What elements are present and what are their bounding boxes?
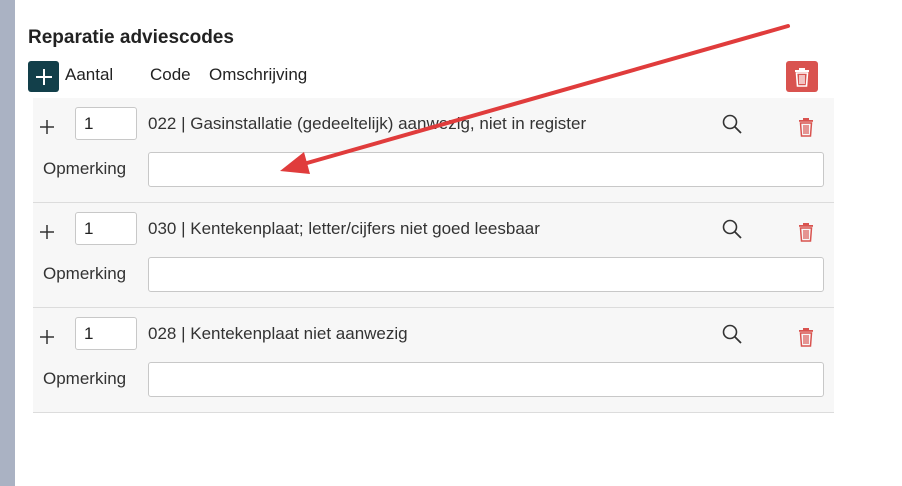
- remark-label: Opmerking: [43, 264, 127, 283]
- remark-label: Opmerking: [43, 159, 127, 178]
- column-header-omschrijving: Omschrijving: [209, 65, 308, 84]
- remark-label: Opmerking: [43, 369, 127, 388]
- left-sidebar-strip: [0, 0, 15, 486]
- remark-input[interactable]: [148, 362, 824, 397]
- add-code-button[interactable]: [28, 61, 59, 92]
- trash-icon[interactable]: [797, 327, 815, 347]
- quantity-input[interactable]: [75, 317, 137, 350]
- search-icon[interactable]: [721, 113, 743, 135]
- delete-all-button[interactable]: [786, 61, 818, 92]
- search-icon[interactable]: [721, 218, 743, 240]
- code-row: 022 | Gasinstallatie (gedeeltelijk) aanw…: [33, 98, 834, 203]
- quantity-input[interactable]: [75, 107, 137, 140]
- remark-input[interactable]: [148, 257, 824, 292]
- trash-icon[interactable]: [797, 117, 815, 137]
- trash-icon: [795, 67, 809, 87]
- search-icon[interactable]: [721, 323, 743, 345]
- code-description: 030 | Kentekenplaat; letter/cijfers niet…: [148, 219, 540, 238]
- remark-input[interactable]: [148, 152, 824, 187]
- trash-icon[interactable]: [797, 222, 815, 242]
- expand-plus-icon[interactable]: [38, 118, 56, 136]
- quantity-input[interactable]: [75, 212, 137, 245]
- column-header-code: Code: [150, 65, 191, 84]
- code-description: 022 | Gasinstallatie (gedeeltelijk) aanw…: [148, 114, 587, 133]
- column-header-aantal: Aantal: [65, 65, 114, 84]
- section-title: Reparatie adviescodes: [28, 27, 234, 48]
- expand-plus-icon[interactable]: [38, 328, 56, 346]
- code-description: 028 | Kentekenplaat niet aanwezig: [148, 324, 408, 343]
- code-row: 028 | Kentekenplaat niet aanwezig Opmerk…: [33, 308, 834, 413]
- expand-plus-icon[interactable]: [38, 223, 56, 241]
- plus-icon: [35, 68, 52, 85]
- code-row: 030 | Kentekenplaat; letter/cijfers niet…: [33, 203, 834, 308]
